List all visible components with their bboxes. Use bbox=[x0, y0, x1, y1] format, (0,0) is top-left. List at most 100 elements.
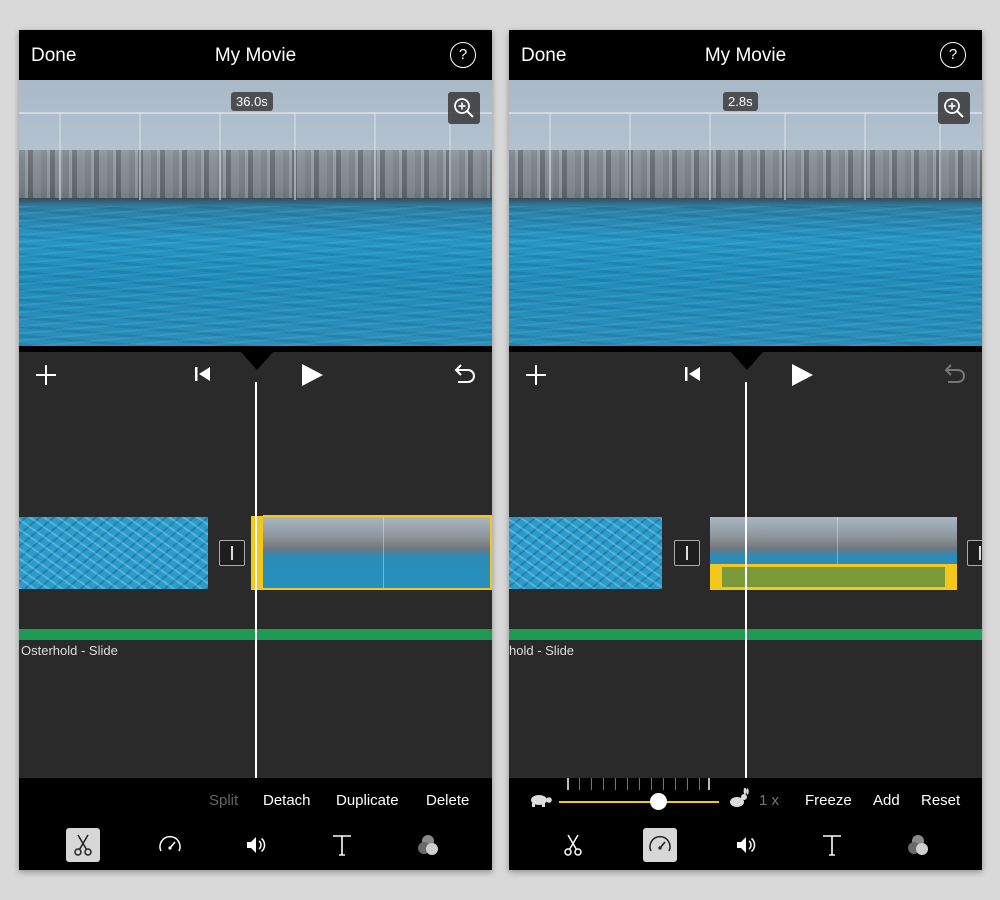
speaker-icon bbox=[247, 837, 266, 853]
preview-railing-post bbox=[864, 112, 866, 200]
plus-icon bbox=[36, 365, 56, 385]
speedometer-icon bbox=[649, 835, 671, 852]
help-button[interactable]: ? bbox=[940, 42, 966, 68]
turtle-icon bbox=[531, 795, 552, 807]
editor-screen-right: Done My Movie ? 2.8s hold - Slide 1 x Fr… bbox=[509, 30, 982, 870]
split-button[interactable]: Split bbox=[209, 792, 238, 809]
add-button[interactable]: Add bbox=[873, 792, 900, 809]
video-preview[interactable]: 36.0s bbox=[19, 80, 492, 346]
reset-button[interactable]: Reset bbox=[921, 792, 960, 809]
tool-titles[interactable] bbox=[325, 828, 359, 862]
pool-clip[interactable] bbox=[509, 517, 662, 589]
video-preview[interactable]: 2.8s bbox=[509, 80, 982, 346]
plus-icon bbox=[526, 365, 546, 385]
audio-track-label: Osterhold - Slide bbox=[21, 643, 118, 658]
zoom-in-icon bbox=[944, 98, 964, 118]
tool-speed[interactable] bbox=[153, 828, 187, 862]
clip-selection-frame bbox=[263, 515, 492, 590]
zoom-button[interactable] bbox=[448, 92, 480, 124]
inspector-bar: Split Detach Duplicate Delete bbox=[19, 778, 492, 870]
undo-icon bbox=[454, 364, 475, 383]
editor-screen-left: Done My Movie ? 36.0s Osterhold - Slide … bbox=[19, 30, 492, 870]
add-media-button[interactable] bbox=[33, 362, 59, 393]
undo-button[interactable] bbox=[450, 362, 478, 393]
zoom-button[interactable] bbox=[938, 92, 970, 124]
skip-to-start-button[interactable] bbox=[683, 364, 703, 389]
preview-railing-post bbox=[294, 112, 296, 200]
skip-to-start-button[interactable] bbox=[193, 364, 213, 389]
filters-icon bbox=[418, 835, 438, 855]
playhead-line[interactable] bbox=[745, 382, 747, 778]
transition-button[interactable] bbox=[219, 540, 245, 566]
play-button[interactable] bbox=[299, 362, 325, 393]
project-title: My Movie bbox=[704, 45, 787, 66]
speed-tick-min bbox=[567, 778, 569, 790]
pool-clip[interactable] bbox=[19, 517, 208, 589]
rabbit-icon bbox=[730, 788, 749, 807]
tool-filters[interactable] bbox=[901, 828, 935, 862]
speed-range-overlay[interactable] bbox=[710, 564, 957, 590]
scissors-icon bbox=[564, 834, 582, 856]
detach-button[interactable]: Detach bbox=[263, 792, 311, 809]
timeline-area[interactable]: Osterhold - Slide bbox=[19, 352, 492, 778]
speed-slider-track[interactable] bbox=[559, 801, 719, 803]
preview-railing bbox=[509, 112, 982, 114]
help-button[interactable]: ? bbox=[450, 42, 476, 68]
playhead-marker bbox=[241, 352, 273, 370]
tool-volume[interactable] bbox=[729, 828, 763, 862]
tool-actions[interactable] bbox=[66, 828, 100, 862]
speaker-icon bbox=[737, 837, 756, 853]
preview-railing-post bbox=[139, 112, 141, 200]
speed-value: 1 x bbox=[759, 792, 780, 809]
playhead-marker bbox=[731, 352, 763, 370]
delete-button[interactable]: Delete bbox=[426, 792, 469, 809]
play-button[interactable] bbox=[789, 362, 815, 393]
undo-button[interactable] bbox=[940, 362, 968, 393]
speed-tick-max bbox=[708, 778, 710, 790]
preview-pool-water bbox=[19, 206, 492, 346]
clip-duration-badge: 2.8s bbox=[723, 92, 758, 111]
undo-icon bbox=[944, 364, 965, 383]
preview-railing-post bbox=[549, 112, 551, 200]
speedometer-icon bbox=[159, 835, 181, 852]
preview-railing-post bbox=[449, 112, 451, 200]
clip-duration-badge: 36.0s bbox=[231, 92, 273, 111]
tool-volume[interactable] bbox=[239, 828, 273, 862]
speed-range-handle-left[interactable] bbox=[710, 564, 722, 590]
preview-skyline bbox=[19, 150, 492, 198]
preview-railing bbox=[19, 112, 492, 114]
preview-skyline bbox=[509, 150, 982, 198]
preview-railing-post bbox=[784, 112, 786, 200]
audio-track-label: hold - Slide bbox=[509, 643, 575, 658]
preview-railing-post bbox=[629, 112, 631, 200]
speed-slider-knob[interactable] bbox=[649, 793, 667, 810]
project-title: My Movie bbox=[214, 45, 297, 66]
playhead-line[interactable] bbox=[255, 382, 257, 778]
transition-button[interactable] bbox=[674, 540, 700, 566]
preview-railing-post bbox=[939, 112, 941, 200]
transition-button[interactable] bbox=[967, 540, 982, 566]
clip-trim-handle-left[interactable] bbox=[251, 516, 263, 590]
skip-back-icon bbox=[685, 367, 700, 381]
preview-railing-post bbox=[709, 112, 711, 200]
skip-back-icon bbox=[195, 367, 210, 381]
timeline-area[interactable]: hold - Slide bbox=[509, 352, 982, 778]
text-icon bbox=[333, 835, 351, 856]
freeze-button[interactable]: Freeze bbox=[805, 792, 852, 809]
top-bar: Done My Movie ? bbox=[19, 30, 492, 80]
speed-ticks bbox=[567, 778, 709, 790]
zoom-in-icon bbox=[454, 98, 474, 118]
play-icon bbox=[302, 364, 323, 386]
preview-pool-water bbox=[509, 206, 982, 346]
add-media-button[interactable] bbox=[523, 362, 549, 393]
filters-icon bbox=[908, 835, 928, 855]
top-bar: Done My Movie ? bbox=[509, 30, 982, 80]
speed-range-handle-right[interactable] bbox=[945, 564, 957, 590]
tool-filters[interactable] bbox=[411, 828, 445, 862]
tool-titles[interactable] bbox=[815, 828, 849, 862]
text-icon bbox=[823, 835, 841, 856]
tool-actions[interactable] bbox=[556, 828, 590, 862]
duplicate-button[interactable]: Duplicate bbox=[336, 792, 399, 809]
tool-speed[interactable] bbox=[643, 828, 677, 862]
preview-railing-post bbox=[219, 112, 221, 200]
